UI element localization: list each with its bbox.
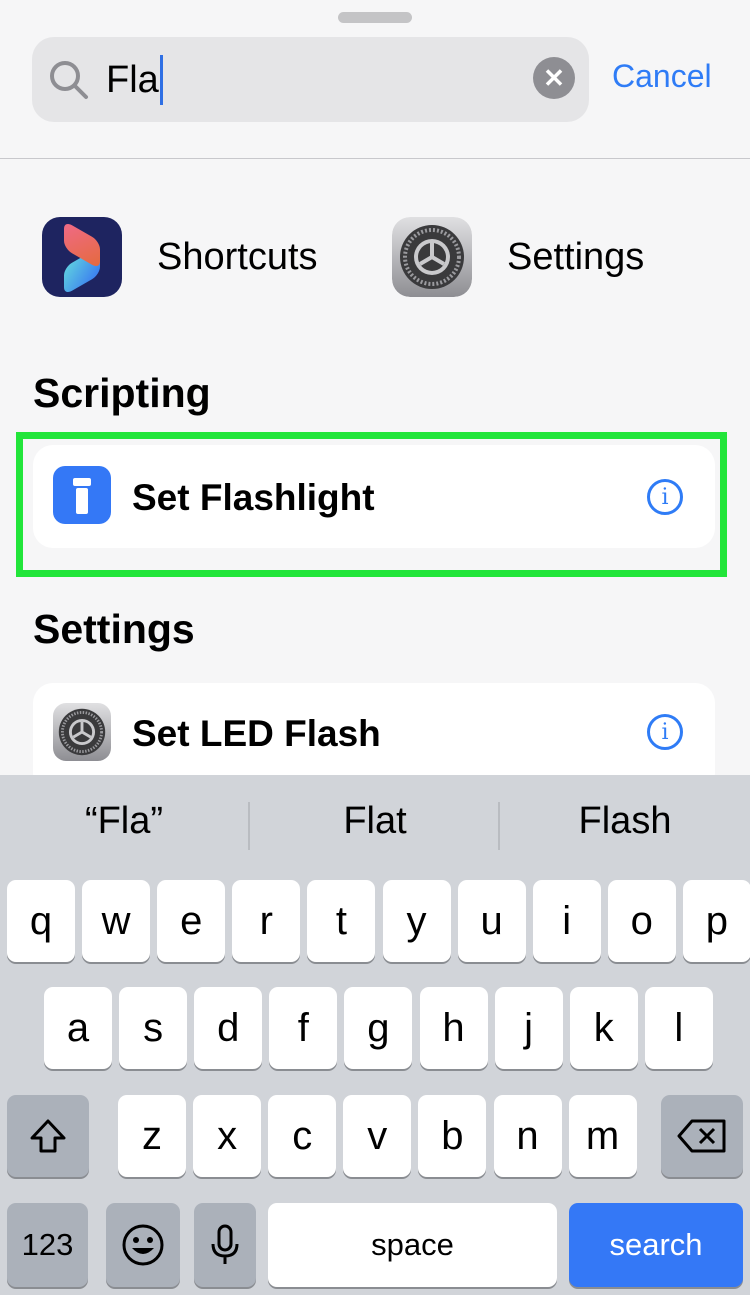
- section-header-scripting: Scripting: [33, 370, 211, 416]
- key-k[interactable]: k: [569, 987, 638, 1069]
- divider: [0, 158, 750, 159]
- key-c[interactable]: c: [268, 1095, 337, 1177]
- key-l[interactable]: l: [644, 987, 713, 1069]
- shortcuts-app-icon: [42, 217, 122, 297]
- backspace-key[interactable]: [661, 1095, 743, 1177]
- action-label: Set LED Flash: [132, 713, 381, 754]
- key-h[interactable]: h: [419, 987, 488, 1069]
- delete-icon: [677, 1119, 726, 1153]
- key-j[interactable]: j: [494, 987, 563, 1069]
- shift-arrow-icon: [30, 1119, 66, 1153]
- space-key[interactable]: space: [268, 1203, 557, 1287]
- emoji-icon: [122, 1224, 164, 1266]
- key-v[interactable]: v: [343, 1095, 412, 1177]
- key-n[interactable]: n: [493, 1095, 562, 1177]
- info-icon[interactable]: i: [647, 714, 683, 750]
- key-r[interactable]: r: [232, 880, 301, 962]
- section-header-settings: Settings: [33, 606, 195, 652]
- settings-gear-icon: [392, 217, 472, 297]
- key-e[interactable]: e: [157, 880, 226, 962]
- key-d[interactable]: d: [194, 987, 263, 1069]
- app-label: Settings: [507, 235, 645, 278]
- key-g[interactable]: g: [344, 987, 413, 1069]
- key-f[interactable]: f: [269, 987, 338, 1069]
- search-query[interactable]: Fla: [106, 55, 163, 105]
- key-a[interactable]: a: [44, 987, 112, 1069]
- key-w[interactable]: w: [82, 880, 151, 962]
- key-m[interactable]: m: [568, 1095, 637, 1177]
- key-i[interactable]: i: [532, 880, 601, 962]
- suggestion-3[interactable]: Flash: [501, 800, 749, 843]
- key-b[interactable]: b: [418, 1095, 487, 1177]
- key-s[interactable]: s: [119, 987, 188, 1069]
- settings-gear-icon: [53, 703, 111, 761]
- suggestion-2[interactable]: Flat: [251, 800, 499, 843]
- dictation-key[interactable]: [194, 1203, 256, 1287]
- close-icon: ✕: [543, 62, 565, 93]
- highlight-box: [16, 432, 727, 577]
- text-caret: [159, 55, 163, 105]
- app-result-settings[interactable]: Settings: [392, 217, 644, 297]
- shift-key[interactable]: [7, 1095, 89, 1177]
- key-p[interactable]: p: [682, 880, 750, 962]
- key-o[interactable]: o: [607, 880, 676, 962]
- key-t[interactable]: t: [307, 880, 376, 962]
- cancel-button[interactable]: Cancel: [612, 58, 712, 95]
- divider: [248, 802, 250, 850]
- suggestion-1[interactable]: “Fla”: [0, 800, 248, 843]
- search-key[interactable]: search: [569, 1203, 743, 1287]
- divider: [498, 802, 500, 850]
- key-q[interactable]: q: [7, 880, 75, 962]
- key-y[interactable]: y: [382, 880, 451, 962]
- app-label: Shortcuts: [157, 235, 318, 278]
- emoji-key[interactable]: [106, 1203, 180, 1287]
- key-u[interactable]: u: [457, 880, 526, 962]
- key-z[interactable]: z: [118, 1095, 186, 1177]
- sheet-grabber[interactable]: [338, 12, 412, 23]
- key-x[interactable]: x: [193, 1095, 262, 1177]
- clear-search-button[interactable]: ✕: [533, 57, 575, 99]
- microphone-icon: [211, 1224, 239, 1264]
- app-result-shortcuts[interactable]: Shortcuts: [42, 217, 318, 297]
- search-icon: [50, 61, 88, 99]
- numbers-key[interactable]: 123: [7, 1203, 88, 1287]
